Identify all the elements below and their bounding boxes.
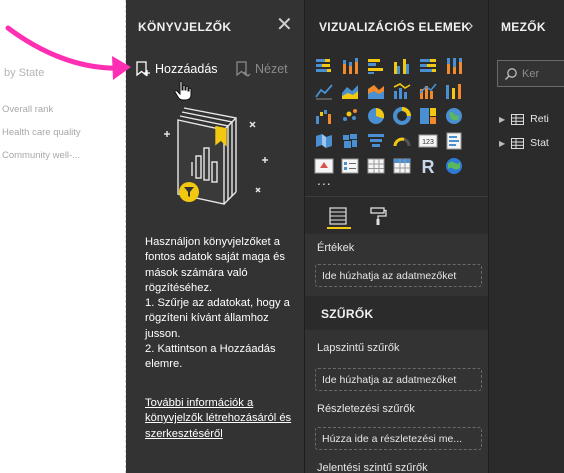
learn-more-link[interactable]: További információk a könyvjelzők létreh… <box>145 396 295 442</box>
instruction-step-2: 2. Kattintson a Hozzáadás elemre. <box>145 343 276 371</box>
values-drop-zone[interactable]: Ide húzhatja az adatmezőket <box>315 264 482 287</box>
stacked-column-chart-icon[interactable] <box>340 56 360 76</box>
line-chart-icon[interactable] <box>314 81 334 101</box>
fields-pane: MEZŐK Ker ▶ Reti ▶ Stat <box>488 0 564 473</box>
bookmarks-pane: KÖNYVJELZŐK ✕ Hozzáadás Nézet Használjon… <box>126 0 304 473</box>
report-filters-label: Jelentési szintű szűrők <box>317 462 428 473</box>
gauge-icon[interactable] <box>392 131 412 151</box>
drillthrough-filters-label: Részletezési szűrők <box>317 403 415 415</box>
visual-title: by State <box>4 67 45 79</box>
ribbon-chart-icon[interactable] <box>444 81 464 101</box>
bookmarks-instructions: Használjon könyvjelzőket a fontos adatok… <box>145 235 305 373</box>
chevron-right-icon[interactable]: › <box>468 17 473 35</box>
add-bookmark-icon <box>136 61 150 77</box>
paint-roller-icon <box>370 207 387 225</box>
waterfall-chart-icon[interactable] <box>314 106 334 126</box>
clustered-bar-chart-icon[interactable] <box>366 56 386 76</box>
100-stacked-column-icon[interactable] <box>444 56 464 76</box>
view-bookmarks-label: Nézet <box>255 62 288 76</box>
funnel-chart-icon[interactable] <box>366 131 386 151</box>
search-icon <box>504 68 517 81</box>
table-name: Reti <box>530 113 549 125</box>
filters-title: SZŰRŐK <box>321 307 374 321</box>
fields-well-icon <box>329 207 347 225</box>
fields-title: MEZŐK <box>501 20 546 34</box>
view-bookmark-icon <box>236 61 251 77</box>
bookmarks-header: KÖNYVJELZŐK ✕ <box>126 0 304 52</box>
pie-chart-icon[interactable] <box>366 106 386 126</box>
visual-tabs <box>305 196 489 234</box>
instruction-text: Használjon könyvjelzőket a fontos adatok… <box>145 236 285 294</box>
expand-caret-icon[interactable]: ▶ <box>499 139 505 148</box>
bookmarks-title: KÖNYVJELZŐK <box>138 20 232 34</box>
slicer-icon[interactable] <box>340 156 360 176</box>
bookmarks-toolbar: Hozzáadás Nézet <box>126 52 304 85</box>
area-chart-icon[interactable] <box>340 81 360 101</box>
hand-cursor-icon <box>174 80 192 101</box>
arcgis-map-icon[interactable] <box>444 156 464 176</box>
close-icon[interactable]: ✕ <box>276 15 293 35</box>
filters-well: Lapszintű szűrők Ide húzhatja az adatmez… <box>305 330 489 473</box>
visualizations-pane: VIZUALIZÁCIÓS ELEMEK › 123 R ... Értékek… <box>304 0 489 473</box>
format-tab[interactable] <box>367 205 391 229</box>
filters-header: SZŰRŐK <box>305 296 489 330</box>
line-and-column-chart-icon[interactable] <box>392 81 412 101</box>
more-visuals-icon[interactable]: ... <box>317 172 332 188</box>
table-name: Stat <box>530 137 549 149</box>
multi-row-card-icon[interactable] <box>444 131 464 151</box>
add-bookmark-label: Hozzáadás <box>155 62 218 76</box>
table-icon[interactable] <box>366 156 386 176</box>
donut-chart-icon[interactable] <box>392 106 412 126</box>
add-bookmark-button[interactable]: Hozzáadás <box>134 60 218 78</box>
svg-text:R: R <box>422 157 435 176</box>
100-stacked-bar-icon[interactable] <box>418 56 438 76</box>
fields-search-input[interactable]: Ker <box>497 60 564 87</box>
table-icon <box>511 113 525 125</box>
fields-header: MEZŐK <box>489 0 564 52</box>
visualizations-header: VIZUALIZÁCIÓS ELEMEK › <box>305 0 488 52</box>
page-filters-label: Lapszintű szűrők <box>317 342 400 354</box>
treemap-icon[interactable] <box>418 106 438 126</box>
fields-tab[interactable] <box>327 205 351 229</box>
values-well: Értékek Ide húzhatja az adatmezőket <box>305 234 489 296</box>
matrix-icon[interactable] <box>392 156 412 176</box>
card-icon[interactable]: 123 <box>418 131 438 151</box>
report-canvas[interactable]: by State Overall rank Health care qualit… <box>0 0 126 473</box>
filled-map-icon[interactable] <box>314 131 334 151</box>
instruction-step-1: 1. Szűrje az adatokat, hogy a rögzíteni … <box>145 297 290 340</box>
svg-text:123: 123 <box>422 139 434 146</box>
view-bookmarks-button[interactable]: Nézet <box>234 60 288 78</box>
table-item[interactable]: ▶ Stat <box>499 135 549 151</box>
page-filters-drop-zone[interactable]: Ide húzhatja az adatmezőket <box>315 368 482 391</box>
expand-caret-icon[interactable]: ▶ <box>499 115 505 124</box>
visualizations-title: VIZUALIZÁCIÓS ELEMEK <box>319 20 471 34</box>
table-icon <box>511 137 525 149</box>
values-label: Értékek <box>317 242 355 254</box>
bookmark-illustration-icon <box>164 107 268 205</box>
table-row: Community well-... <box>2 150 81 161</box>
stacked-area-chart-icon[interactable] <box>366 81 386 101</box>
table-item[interactable]: ▶ Reti <box>499 111 549 127</box>
table-row: Overall rank <box>2 104 54 115</box>
line-and-stacked-column-icon[interactable] <box>418 81 438 101</box>
clustered-column-chart-icon[interactable] <box>392 56 412 76</box>
shape-map-icon[interactable] <box>340 131 360 151</box>
scatter-chart-icon[interactable] <box>340 106 360 126</box>
search-placeholder: Ker <box>522 68 540 80</box>
map-icon[interactable] <box>444 106 464 126</box>
r-script-visual-icon[interactable]: R <box>418 156 438 176</box>
drillthrough-drop-zone[interactable]: Húzza ide a részletezési me... <box>315 427 482 450</box>
stacked-bar-chart-icon[interactable] <box>314 56 334 76</box>
table-row: Health care quality <box>2 127 81 138</box>
